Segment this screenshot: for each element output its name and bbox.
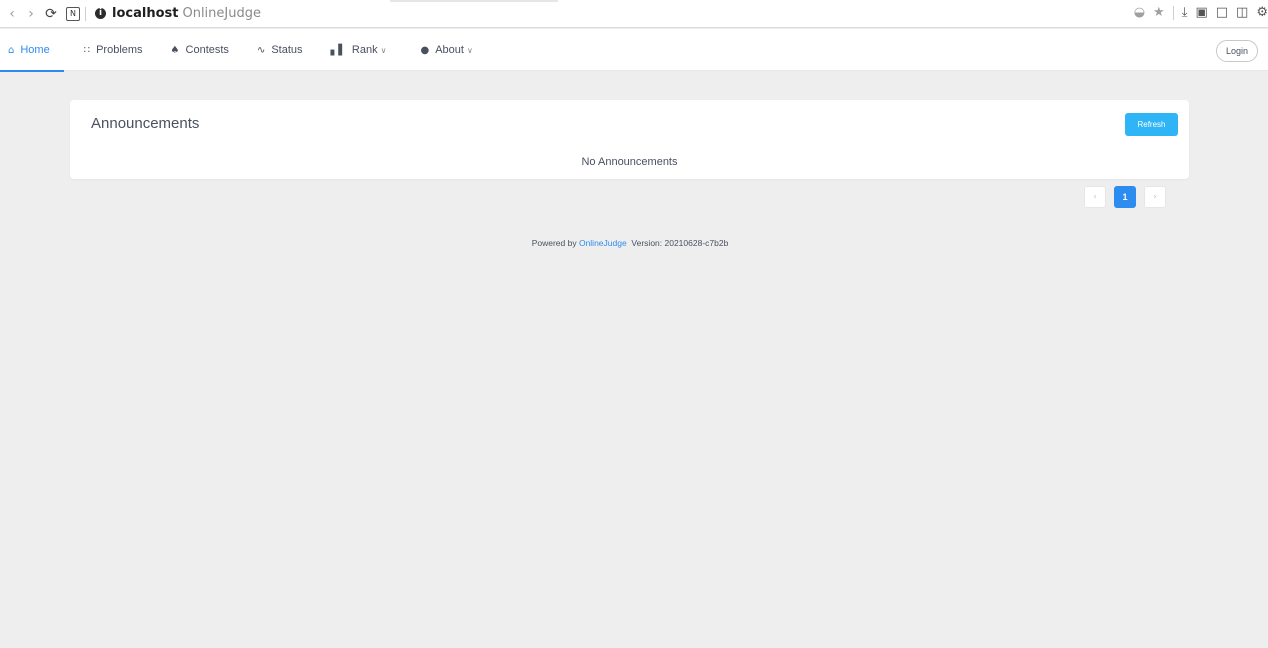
footer: Powered by OnlineJudge Version: 20210628… <box>0 238 1260 248</box>
bar-chart-icon: ▖▌ <box>330 44 346 56</box>
trophy-icon: ♠ <box>170 44 180 56</box>
toolbar-separator <box>85 7 86 21</box>
nav-item-contests[interactable]: ♠ Contests <box>157 29 243 71</box>
announcements-panel: Announcements Refresh No Announcements <box>70 100 1189 179</box>
footer-version: Version: 20210628-c7b2b <box>631 238 729 248</box>
nav-item-label: Contests <box>185 44 229 56</box>
main-nav: ⌂ Home ∷ Problems ♠ Contests ∿ Status ▖▌… <box>0 29 487 72</box>
nav-item-home[interactable]: ⌂ Home <box>0 29 64 72</box>
reader-mode-icon[interactable]: N <box>66 7 80 21</box>
reader-view-icon[interactable]: □ <box>1216 5 1228 20</box>
browser-toolbar: ‹ › ⟳ N i localhost OnlineJudge ◒ ★ ⤓ ▣ □… <box>0 0 1268 28</box>
login-button[interactable]: Login <box>1216 40 1258 62</box>
nav-item-label: About <box>435 44 464 56</box>
refresh-button[interactable]: Refresh <box>1125 113 1178 136</box>
url-host: localhost <box>112 6 179 21</box>
pagination: ‹ 1 › <box>1084 186 1166 208</box>
forward-icon[interactable]: › <box>23 6 39 22</box>
footer-link[interactable]: OnlineJudge <box>579 238 627 248</box>
home-icon: ⌂ <box>8 44 15 56</box>
browser-actions: ◒ ★ ⤓ ▣ □ ◫ ⚙ <box>1134 5 1268 20</box>
nav-item-label: Problems <box>96 44 143 56</box>
empty-state-text: No Announcements <box>581 156 678 168</box>
nav-item-label: Rank <box>351 44 378 56</box>
page-button-current[interactable]: 1 <box>1114 186 1136 208</box>
site-info-icon[interactable]: i <box>95 8 106 19</box>
address-bar[interactable]: localhost OnlineJudge <box>112 5 261 23</box>
toolbar-separator <box>1172 5 1174 20</box>
chevron-down-icon: ∨ <box>380 45 387 55</box>
site-header: ⌂ Home ∷ Problems ♠ Contests ∿ Status ▖▌… <box>0 29 1268 72</box>
pulse-icon: ∿ <box>256 44 266 56</box>
panel-title: Announcements <box>91 115 200 132</box>
footer-powered-by: Powered by <box>531 238 577 248</box>
grid-icon: ∷ <box>83 44 91 56</box>
settings-icon[interactable]: ⚙ <box>1256 5 1268 20</box>
url-page-title: OnlineJudge <box>182 6 261 21</box>
back-icon[interactable]: ‹ <box>4 6 20 22</box>
reload-icon[interactable]: ⟳ <box>43 6 59 22</box>
nav-item-status[interactable]: ∿ Status <box>243 29 317 71</box>
prev-page-button[interactable]: ‹ <box>1084 186 1106 208</box>
shield-icon[interactable]: ◒ <box>1134 5 1145 20</box>
chevron-down-icon: ∨ <box>466 45 473 55</box>
nav-item-label: Status <box>271 44 303 56</box>
next-page-button[interactable]: › <box>1144 186 1166 208</box>
screenshot-icon[interactable]: ▣ <box>1195 5 1207 20</box>
download-icon[interactable]: ⤓ <box>1182 5 1188 20</box>
sidebar-icon[interactable]: ◫ <box>1236 5 1248 20</box>
active-tab-indicator <box>390 0 558 2</box>
nav-item-rank[interactable]: ▖▌ Rank ∨ <box>317 29 407 71</box>
nav-item-about[interactable]: ● About ∨ <box>406 29 486 71</box>
nav-item-label: Home <box>20 44 50 56</box>
bookmark-star-icon[interactable]: ★ <box>1153 5 1165 20</box>
info-icon: ● <box>420 44 430 56</box>
nav-item-problems[interactable]: ∷ Problems <box>64 29 157 71</box>
